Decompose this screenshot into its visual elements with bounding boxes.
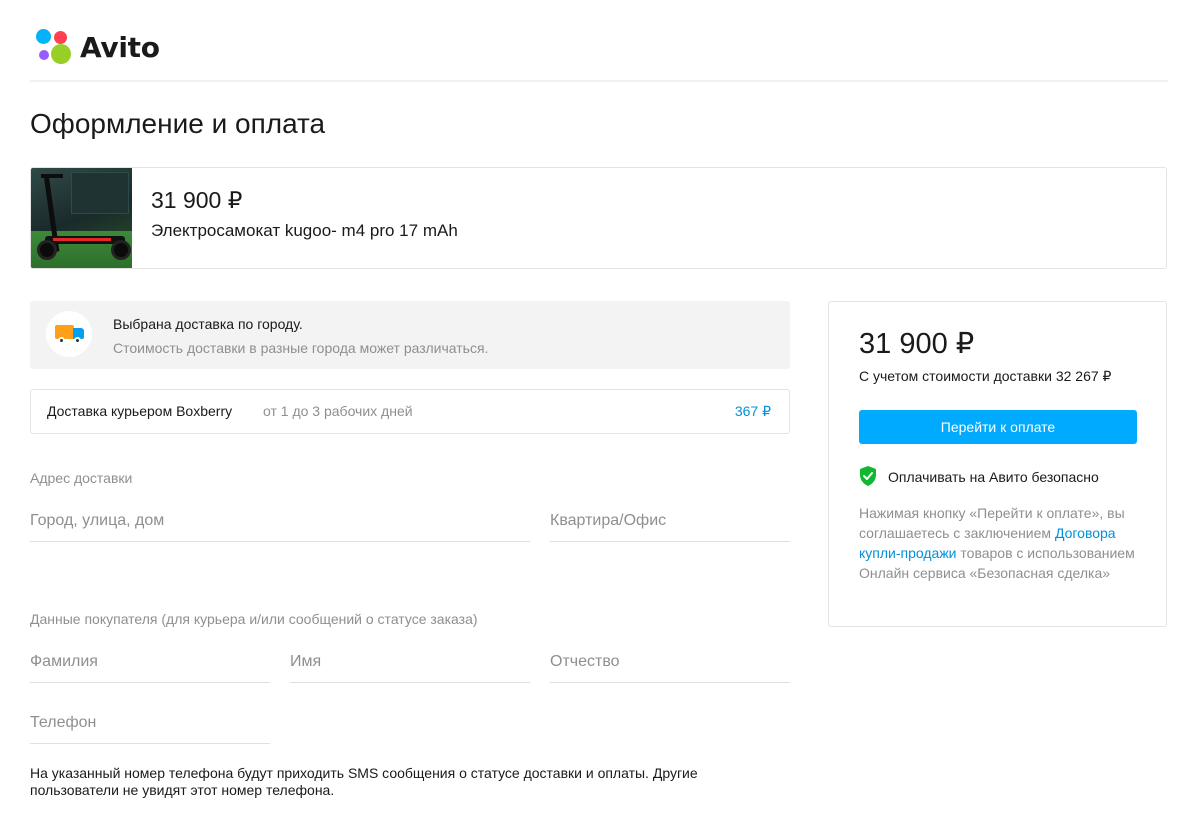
product-card: 31 900 ₽ Электросамокат kugoo- m4 pro 17… [30, 167, 1167, 269]
product-price: 31 900 ₽ [151, 187, 243, 213]
last-name-field[interactable]: Фамилия [30, 647, 270, 683]
safe-payment-text: Оплачивать на Авито безопасно [888, 469, 1099, 485]
terms-text: Нажимая кнопку «Перейти к оплате», вы со… [859, 503, 1149, 583]
page-title: Оформление и оплата [30, 108, 326, 139]
truck-icon-container [46, 311, 92, 357]
first-name-placeholder: Имя [290, 653, 322, 670]
shield-check-icon [860, 466, 876, 486]
go-to-payment-button[interactable]: Перейти к оплате [859, 410, 1137, 444]
delivery-info-title: Выбрана доставка по городу. [113, 316, 303, 332]
logo-text: Avito [80, 30, 160, 64]
first-name-field[interactable]: Имя [290, 647, 530, 683]
summary-price: 31 900 ₽ [859, 328, 975, 360]
last-name-placeholder: Фамилия [30, 653, 98, 670]
sms-note: На указанный номер телефона будут приход… [30, 765, 698, 798]
delivery-option-days: от 1 до 3 рабочих дней [263, 403, 413, 419]
patronymic-field[interactable]: Отчество [550, 647, 790, 683]
delivery-info-banner: Выбрана доставка по городу. Стоимость до… [30, 301, 790, 369]
city-street-field[interactable]: Город, улица, дом [30, 506, 530, 542]
buyer-section-label: Данные покупателя (для курьера и/или соо… [30, 611, 478, 627]
phone-field[interactable]: Телефон [30, 708, 270, 744]
apartment-placeholder: Квартира/Офис [550, 512, 667, 529]
avito-logo[interactable]: Avito [36, 29, 160, 65]
delivery-option-boxberry[interactable]: Доставка курьером Boxberry от 1 до 3 раб… [30, 389, 790, 434]
apartment-field[interactable]: Квартира/Офис [550, 506, 790, 542]
delivery-option-price: 367 ₽ [734, 403, 771, 419]
delivery-info-note: Стоимость доставки в разные города может… [113, 340, 489, 356]
city-street-placeholder: Город, улица, дом [30, 512, 165, 529]
site-header: Avito [30, 0, 1168, 82]
truck-icon [55, 325, 85, 345]
logo-dots-icon [36, 29, 72, 65]
address-section-label: Адрес доставки [30, 470, 133, 486]
phone-placeholder: Телефон [30, 714, 97, 731]
patronymic-placeholder: Отчество [550, 653, 620, 670]
product-title[interactable]: Электросамокат kugoo- m4 pro 17 mAh [151, 221, 458, 241]
delivery-option-name: Доставка курьером Boxberry [47, 403, 233, 419]
order-summary: 31 900 ₽ С учетом стоимости доставки 32 … [828, 301, 1167, 627]
product-image[interactable] [31, 168, 132, 268]
summary-delivery-note: С учетом стоимости доставки 32 267 ₽ [859, 368, 1112, 384]
